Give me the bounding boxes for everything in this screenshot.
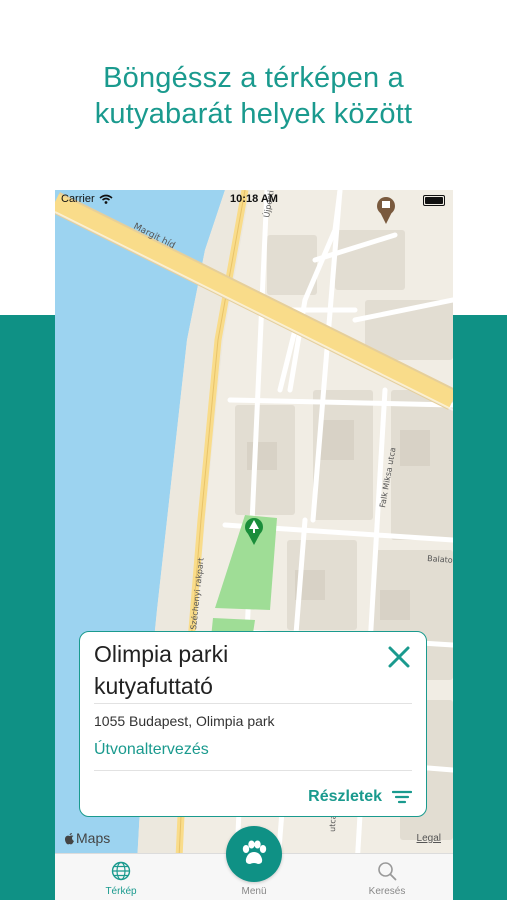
maps-label: Maps [76,830,111,846]
tab-search[interactable]: Keresés [321,854,453,900]
filter-icon [392,790,412,804]
globe-icon [111,861,131,881]
details-button[interactable]: Részletek [308,788,412,806]
place-address: 1055 Budapest, Olimpia park [94,713,275,729]
battery-icon [423,195,445,206]
promo-headline: Böngéssz a térképen a kutyabarát helyek … [0,60,507,132]
place-title-line-2: kutyafuttató [94,673,213,699]
status-time: 10:18 AM [230,193,278,205]
place-card[interactable]: Olimpia parki kutyafuttató 1055 Budapest… [79,631,427,817]
place-title: Olimpia parki kutyafuttató [94,638,374,702]
headline-line-1: Böngéssz a térképen a [103,62,404,94]
close-icon[interactable] [386,644,412,670]
headline-line-2: kutyabarát helyek között [94,98,413,130]
phone-screen: Margit híd Falk Miksa utca Balaton Széch… [55,190,453,900]
tab-menu-label: Menü [241,886,267,897]
tab-map[interactable]: Térkép [55,854,187,900]
route-planning-link[interactable]: Útvonaltervezés [94,741,209,759]
divider [94,703,412,704]
menu-paw-button[interactable] [226,826,282,882]
place-title-line-1: Olimpia parki [94,641,229,667]
search-icon [378,862,397,881]
details-label: Részletek [308,788,382,805]
status-bar: Carrier 10:18 AM [55,190,453,210]
paw-icon [242,840,267,864]
legal-link[interactable]: Legal [417,833,441,844]
tab-search-label: Keresés [368,886,406,897]
apple-logo-icon [64,832,74,844]
tab-map-label: Térkép [105,886,137,897]
divider [94,770,412,771]
maps-attribution: Maps [64,830,110,846]
